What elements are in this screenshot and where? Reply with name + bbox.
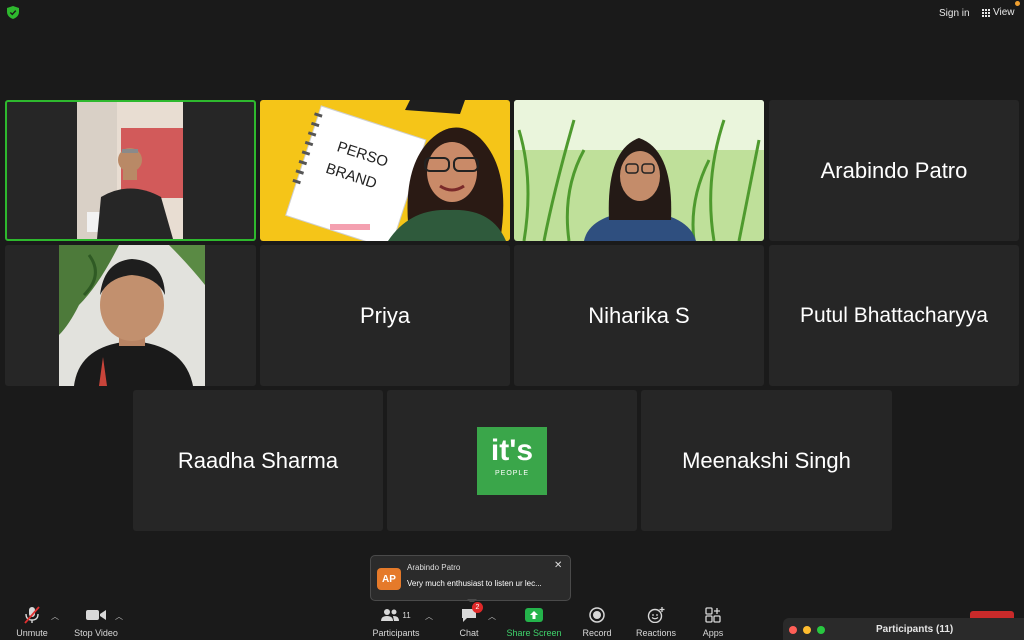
name-tile-meenakshi-singh[interactable]: Meenakshi Singh: [641, 390, 892, 531]
stop-video-button[interactable]: Stop Video: [72, 606, 120, 638]
participants-icon: [381, 609, 400, 621]
reactions-label: Reactions: [635, 628, 677, 638]
muted-microphone-icon: [24, 606, 40, 624]
share-screen-button[interactable]: Share Screen: [505, 606, 563, 638]
video-camera-icon: [86, 610, 106, 620]
participant-video: [77, 102, 183, 239]
sign-in-link[interactable]: Sign in: [939, 8, 970, 19]
participant-name: Priya: [359, 302, 411, 328]
grid-view-icon: [982, 8, 990, 17]
chat-button[interactable]: 2 Chat: [452, 602, 486, 638]
participant-video: PERSO BRAND: [260, 100, 510, 241]
view-button[interactable]: View: [982, 7, 1015, 18]
name-tile-priya[interactable]: Priya: [260, 245, 510, 386]
logo-tile-its-people[interactable]: it's PEOPLE: [387, 390, 637, 531]
message-preview: Very much enthusiast to listen ur lec...: [407, 579, 542, 588]
logo-sub-text: PEOPLE: [494, 470, 529, 477]
chat-label: Chat: [459, 628, 479, 638]
participant-name: Arabindo Patro: [820, 157, 968, 183]
apps-icon: [705, 607, 721, 623]
chat-unread-badge: 2: [472, 602, 483, 613]
video-tile-self[interactable]: [5, 100, 256, 241]
participant-name: Putul Bhattacharyya: [800, 303, 988, 327]
view-label: View: [993, 7, 1015, 18]
participants-options-caret-icon[interactable]: ︿: [425, 611, 433, 622]
participant-video: [514, 100, 764, 241]
unmute-label: Unmute: [16, 628, 48, 638]
sender-name: Arabindo Patro: [407, 563, 461, 572]
chat-options-caret-icon[interactable]: ︿: [488, 611, 496, 622]
name-tile-putul-bhattacharyya[interactable]: Putul Bhattacharyya: [769, 245, 1019, 386]
participants-count: 11: [402, 610, 411, 620]
video-tile-personal-brand[interactable]: PERSO BRAND: [260, 100, 510, 241]
share-screen-label: Share Screen: [506, 628, 562, 638]
video-tile-man[interactable]: [5, 245, 256, 386]
audio-options-caret-icon[interactable]: ︿: [51, 611, 59, 622]
close-icon[interactable]: ✕: [554, 560, 562, 571]
participants-button[interactable]: 11 Participants: [370, 606, 422, 638]
share-screen-icon: [525, 608, 543, 622]
top-bar: Sign in View: [0, 0, 1024, 26]
participant-name: Raadha Sharma: [177, 447, 339, 473]
apps-button[interactable]: Apps: [698, 606, 728, 638]
name-tile-niharika-s[interactable]: Niharika S: [514, 245, 764, 386]
video-options-caret-icon[interactable]: ︿: [115, 611, 123, 622]
chat-notification[interactable]: AP Arabindo Patro Very much enthusiast t…: [370, 555, 571, 604]
unmute-button[interactable]: Unmute: [14, 606, 50, 638]
participant-video: [59, 245, 205, 386]
notification-dot: [1015, 1, 1020, 6]
smiley-plus-icon: [647, 607, 665, 623]
its-people-logo: it's PEOPLE: [477, 427, 547, 495]
name-tile-arabindo-patro[interactable]: Arabindo Patro: [769, 100, 1019, 241]
encryption-shield-icon[interactable]: [7, 6, 19, 19]
participants-panel-window[interactable]: Participants (11): [783, 618, 1024, 640]
participant-name: Niharika S: [588, 302, 690, 328]
stop-video-label: Stop Video: [74, 628, 118, 638]
participant-name: Meenakshi Singh: [682, 447, 851, 473]
participants-label: Participants: [372, 628, 420, 638]
window-close-icon[interactable]: [789, 626, 797, 634]
sender-avatar: AP: [377, 568, 401, 590]
name-tile-raadha-sharma[interactable]: Raadha Sharma: [133, 390, 383, 531]
participants-panel-title: Participants (11): [876, 624, 954, 635]
video-tile-greenery[interactable]: [514, 100, 764, 241]
record-icon: [589, 607, 605, 623]
record-button[interactable]: Record: [580, 606, 614, 638]
window-minimize-icon[interactable]: [803, 626, 811, 634]
reactions-button[interactable]: Reactions: [632, 606, 680, 638]
apps-label: Apps: [702, 628, 724, 638]
window-zoom-icon[interactable]: [817, 626, 825, 634]
logo-main-text: it's: [490, 434, 534, 467]
record-label: Record: [582, 628, 612, 638]
